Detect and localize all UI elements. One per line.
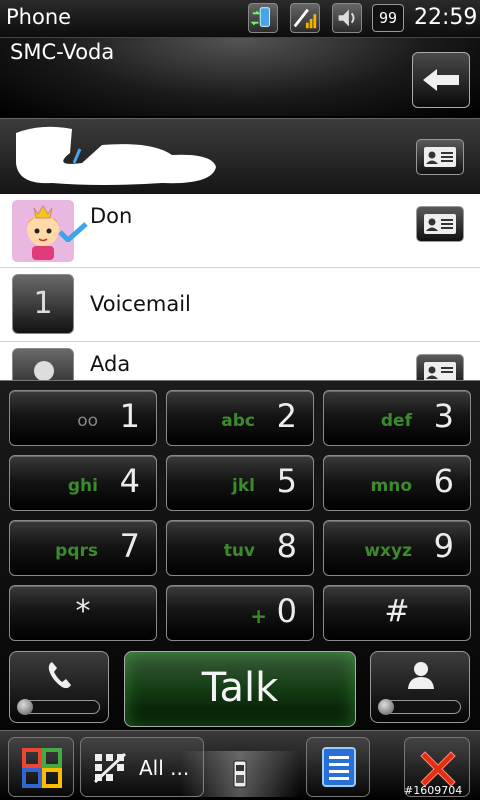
key-5-letters: jkl — [232, 476, 255, 496]
contact-name: Don — [90, 204, 133, 228]
dial-keypad: oo 1 abc 2 def 3 ghi 4 jkl 5 mno 6 pqrs … — [0, 380, 480, 730]
status-bar: Phone 99 22:59 — [0, 0, 480, 38]
start-button[interactable] — [8, 737, 74, 797]
key-1-digit: 1 — [119, 397, 140, 435]
talk-button[interactable]: Talk — [124, 651, 356, 727]
checkmark-icon — [58, 222, 88, 242]
key-0-digit: 0 — [276, 592, 297, 630]
person-icon — [408, 662, 434, 689]
contact-list[interactable]: Don 1 Voicemail Ada — [0, 194, 480, 380]
key-2-digit: 2 — [276, 397, 297, 435]
key-1[interactable]: oo 1 — [9, 390, 157, 446]
slider-knob[interactable] — [17, 699, 33, 715]
contacts-button[interactable] — [370, 651, 470, 723]
watermark: #1609704 — [404, 784, 463, 797]
call-history-button[interactable] — [9, 651, 109, 723]
filter-grid-icon — [93, 752, 127, 784]
avatar-placeholder — [12, 348, 74, 380]
key-7-digit: 7 — [119, 527, 140, 565]
contact-card-icon — [424, 147, 456, 167]
key-2[interactable]: abc 2 — [166, 390, 314, 446]
carrier-header: SMC-Voda — [0, 38, 480, 116]
volume-icon[interactable] — [332, 3, 362, 33]
slider-knob[interactable] — [378, 699, 394, 715]
contact-card-button[interactable] — [416, 206, 464, 242]
key-2-letters: abc — [221, 411, 255, 431]
contact-card-icon — [424, 362, 456, 380]
key-0-letters: + — [250, 604, 267, 628]
battery-icon[interactable]: 99 — [372, 4, 404, 32]
key-5[interactable]: jkl 5 — [166, 455, 314, 511]
backspace-button[interactable] — [412, 52, 470, 108]
key-star[interactable]: * — [9, 585, 157, 641]
backspace-arrow-icon — [423, 69, 459, 91]
contacts-slider[interactable] — [378, 699, 461, 715]
key-1-letters: oo — [77, 411, 98, 431]
key-hash[interactable]: # — [323, 585, 471, 641]
keyboard-phone-icon[interactable] — [230, 759, 250, 791]
contact-name: Voicemail — [90, 292, 191, 316]
key-star-symbol: * — [75, 594, 91, 629]
key-9-letters: wxyz — [364, 541, 412, 561]
voicemail-tile: 1 — [12, 274, 74, 334]
windows-start-icon — [22, 748, 62, 788]
notes-button[interactable] — [306, 737, 370, 797]
key-3-letters: def — [380, 411, 412, 431]
key-4-digit: 4 — [119, 462, 140, 500]
signal-icon[interactable] — [290, 3, 320, 33]
phone-handset-icon — [48, 662, 71, 689]
key-7-letters: pqrs — [55, 541, 98, 561]
contact-card-button[interactable] — [416, 354, 464, 380]
key-3[interactable]: def 3 — [323, 390, 471, 446]
key-8-letters: tuv — [223, 541, 255, 561]
key-3-digit: 3 — [433, 397, 454, 435]
key-4-letters: ghi — [67, 476, 98, 496]
key-9-digit: 9 — [433, 527, 454, 565]
key-6-digit: 6 — [433, 462, 454, 500]
redaction-scribble — [16, 126, 216, 185]
carrier-name: SMC-Voda — [10, 40, 115, 64]
key-hash-symbol: # — [384, 594, 410, 629]
key-0[interactable]: + 0 — [166, 585, 314, 641]
key-7[interactable]: pqrs 7 — [9, 520, 157, 576]
key-6[interactable]: mno 6 — [323, 455, 471, 511]
call-history-slider[interactable] — [17, 699, 100, 715]
number-entry-field[interactable] — [0, 118, 480, 194]
notes-icon — [322, 747, 356, 787]
contact-card-button[interactable] — [416, 139, 464, 175]
key-8-digit: 8 — [276, 527, 297, 565]
key-4[interactable]: ghi 4 — [9, 455, 157, 511]
key-9[interactable]: wxyz 9 — [323, 520, 471, 576]
list-item[interactable]: Ada — [0, 342, 480, 380]
contact-card-icon — [424, 214, 456, 234]
connectivity-icon[interactable] — [248, 3, 278, 33]
list-item[interactable]: Don — [0, 194, 480, 268]
clock[interactable]: 22:59 — [414, 5, 477, 30]
contact-name: Ada — [90, 352, 131, 376]
app-title: Phone — [6, 5, 72, 29]
list-item[interactable]: 1 Voicemail — [0, 268, 480, 342]
key-5-digit: 5 — [276, 462, 297, 500]
key-6-letters: mno — [370, 476, 413, 496]
key-8[interactable]: tuv 8 — [166, 520, 314, 576]
